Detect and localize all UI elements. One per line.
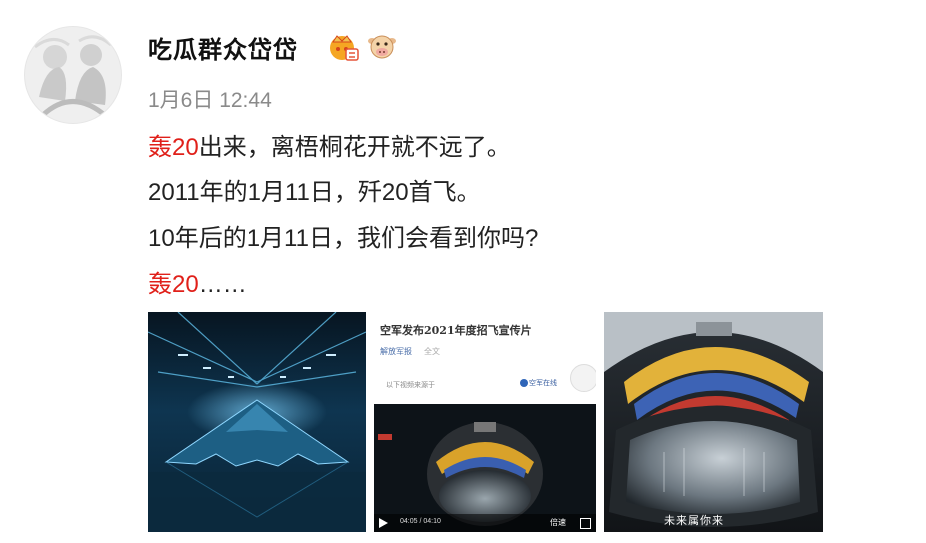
pilot-helmet-image xyxy=(604,312,823,532)
post-line-3: 10年后的1月11日，我们会看到你吗? xyxy=(148,225,539,252)
helmet-video-still xyxy=(374,404,596,532)
video-frame: 04:05 / 04:10 倍速 xyxy=(374,404,596,532)
video-caption: 未来属你来 xyxy=(664,515,724,527)
video-time: 04:05 / 04:10 xyxy=(400,518,441,525)
video-source-note: 以下视频来源于 xyxy=(386,382,435,389)
post-line-1-text: 出来，离梧桐花开就不远了。 xyxy=(198,134,511,161)
speed-button[interactable]: 倍速 xyxy=(550,517,566,528)
article-header: 空军发布2021年度招飞宣传片 解放军报 全文 以下视频来源于 空军在线 xyxy=(374,312,596,405)
post-image-1[interactable] xyxy=(148,312,366,532)
topic-highlight[interactable]: 轰20 xyxy=(148,134,199,161)
avatar-illustration xyxy=(25,27,121,123)
article-source: 解放军报 xyxy=(380,347,412,356)
brand-logo-icon xyxy=(520,379,528,387)
post-image-3[interactable]: 未来属你来 xyxy=(604,312,823,532)
avatar[interactable] xyxy=(24,26,122,124)
fullscreen-icon[interactable] xyxy=(580,518,591,529)
article-author: 全文 xyxy=(424,347,440,356)
crown-vip-icon[interactable] xyxy=(328,32,360,62)
article-title: 空军发布2021年度招飞宣传片 xyxy=(380,324,532,337)
post-line-4-text: …… xyxy=(198,271,247,298)
username[interactable]: 吃瓜群众岱岱 xyxy=(148,30,298,65)
post-timestamp[interactable]: 1月6日 12:44 xyxy=(148,84,272,114)
post-line-2: 2011年的1月11日，歼20首飞。 xyxy=(148,179,481,206)
post-line-1: 轰20出来，离梧桐花开就不远了。 xyxy=(148,127,511,162)
topic-highlight[interactable]: 轰20 xyxy=(148,271,199,298)
post-line-4: 轰20…… xyxy=(148,264,247,299)
share-icon xyxy=(570,364,596,392)
play-icon[interactable] xyxy=(379,518,388,528)
cow-emoji-icon xyxy=(367,32,397,62)
post-image-2[interactable]: 空军发布2021年度招飞宣传片 解放军报 全文 以下视频来源于 空军在线 04:… xyxy=(374,312,596,532)
video-controls: 04:05 / 04:10 倍速 xyxy=(374,514,596,532)
bomber-hangar-image xyxy=(148,312,366,532)
brand-name: 空军在线 xyxy=(529,380,557,387)
